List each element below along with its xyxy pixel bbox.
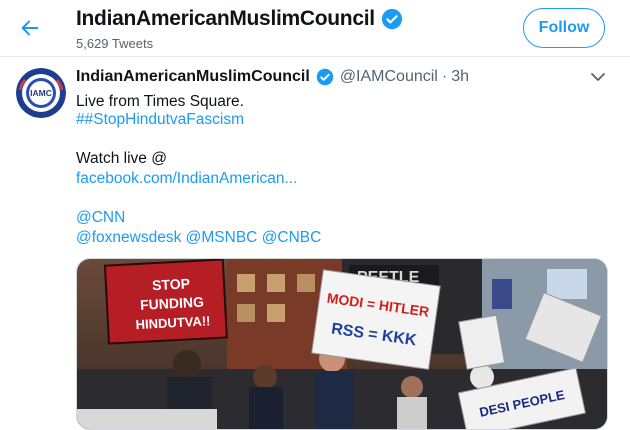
mention-foxnewsdesk[interactable]: @foxnewsdesk <box>76 229 181 246</box>
mention-cnn[interactable]: @CNN <box>76 209 125 227</box>
back-arrow-icon <box>21 20 39 36</box>
sign1-line1: STOP <box>152 275 191 293</box>
tweet-count: 5,629 Tweets <box>76 36 154 51</box>
tweet-author-name[interactable]: IndianAmericanMuslimCouncil <box>76 68 310 86</box>
avatar-text: IAMC <box>30 88 52 98</box>
mentions-line: @foxnewsdesk @MSNBC @CNBC <box>76 229 321 247</box>
chevron-down-icon <box>591 73 605 81</box>
profile-title: IndianAmericanMuslimCouncil <box>76 7 403 31</box>
tweet-time[interactable]: 3h <box>451 68 469 86</box>
profile-header: IndianAmericanMuslimCouncil 5,629 Tweets… <box>0 0 630 57</box>
tweet-author-handle[interactable]: @IAMCouncil <box>340 68 438 86</box>
more-options-button[interactable] <box>589 70 609 86</box>
tweet-text-line1: Live from Times Square. <box>76 93 244 110</box>
sign1-line2: FUNDING <box>140 294 205 313</box>
tweet-header: IndianAmericanMuslimCouncil @IAMCouncil … <box>76 68 469 86</box>
hashtag-link[interactable]: ##StopHindutvaFascism <box>76 111 244 129</box>
profile-name: IndianAmericanMuslimCouncil <box>76 7 375 30</box>
iamc-logo: IAMC <box>16 68 66 118</box>
verified-badge-icon <box>316 68 334 86</box>
avatar[interactable]: IAMC <box>16 68 66 118</box>
mention-cnbc[interactable]: @CNBC <box>262 229 322 246</box>
verified-badge-icon <box>381 8 402 30</box>
facebook-link[interactable]: facebook.com/IndianAmerican... <box>76 170 297 188</box>
protest-photo: PEETLE STOP FUNDING HINDUTVA!! MODI = HI… <box>77 259 607 429</box>
separator-dot: · <box>441 68 448 85</box>
tweet-text-watch: Watch live @ <box>76 150 167 167</box>
back-button[interactable] <box>14 12 46 44</box>
follow-button[interactable]: Follow <box>523 8 605 48</box>
tweet-media-photo[interactable]: PEETLE STOP FUNDING HINDUTVA!! MODI = HI… <box>76 258 608 430</box>
mention-msnbc[interactable]: @MSNBC <box>186 229 258 246</box>
